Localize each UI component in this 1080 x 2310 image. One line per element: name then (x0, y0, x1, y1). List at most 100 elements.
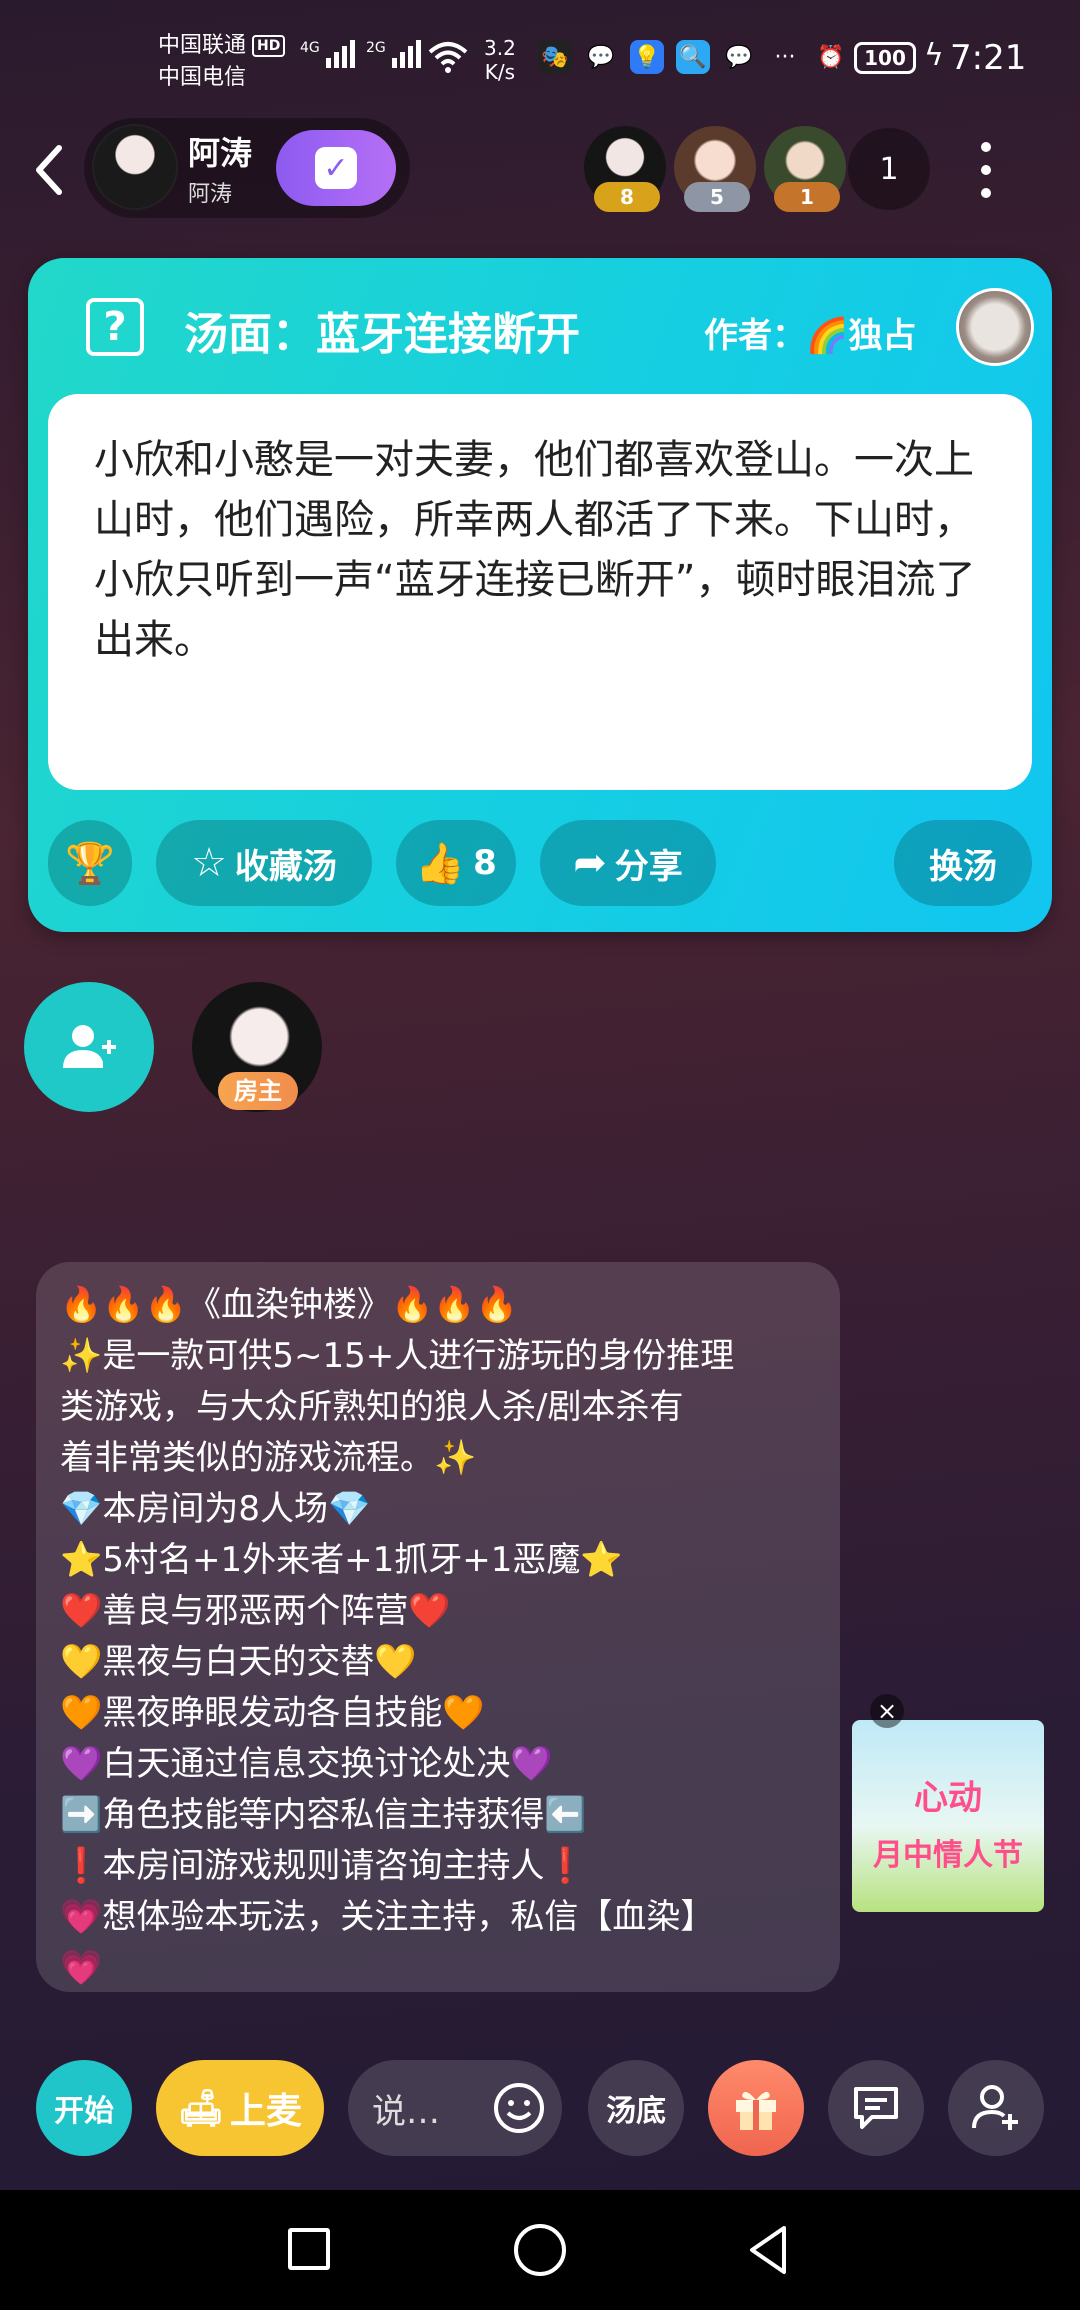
wechat-icon: 💬 (587, 44, 615, 70)
system-nav-bar (0, 2190, 1080, 2310)
announcement-line: ➡️角色技能等内容私信主持获得⬅️ (60, 1795, 587, 1835)
join-mic-label: 上麦 (229, 2091, 302, 2132)
announcement-line: 🧡黑夜睁眼发动各自技能🧡 (60, 1693, 485, 1733)
join-mic-button[interactable]: 🛋 上麦 (156, 2060, 324, 2156)
audience-badge-1: 8 (594, 182, 660, 212)
trophy-button[interactable]: 🏆 (48, 820, 132, 906)
dot (981, 142, 991, 152)
host-name: 阿涛 (188, 134, 253, 172)
promo-banner[interactable]: 心动 月中情人节 (852, 1720, 1044, 1912)
check-icon: ✓ (315, 147, 357, 189)
carrier-1: 中国联通 (158, 33, 247, 58)
share-arrow-icon: ➦ (573, 840, 607, 886)
announcement-line: 💗 (60, 1948, 103, 1988)
home-button[interactable] (514, 2224, 566, 2276)
announcement-line: 类游戏，与大众所熟知的狼人杀/剧本杀有 (60, 1387, 684, 1427)
host-subtitle: 阿涛 (188, 182, 233, 207)
chevron-left-icon (36, 145, 62, 195)
add-friend-button[interactable] (948, 2060, 1044, 2156)
add-user-icon (63, 1025, 116, 1068)
more-options-button[interactable] (966, 132, 1006, 208)
thumbs-up-icon: 👍 (415, 840, 466, 887)
message-button[interactable] (828, 2060, 924, 2156)
announcement-line: 💛黑夜与白天的交替💛 (60, 1642, 417, 1682)
hd-badge: HD (252, 35, 286, 57)
card-actions: 🏆 ☆ 收藏汤 👍 8 ➦ 分享 换汤 (28, 820, 1052, 906)
promo-line-1: 心动 (914, 1778, 982, 1818)
start-label: 开始 (54, 2094, 114, 2129)
carrier-2: 中国电信 (158, 65, 247, 90)
announcement-line: 着非常类似的游戏流程。✨ (60, 1438, 477, 1478)
host-profile-pill[interactable]: 阿涛 阿涛 ✓ (84, 118, 410, 218)
bulb-app-icon: 💡 (630, 40, 664, 74)
user-plus-icon (972, 2085, 1018, 2130)
search-app-icon: 🔍 (676, 40, 710, 74)
announcement-line: ✨是一款可供5~15+人进行游玩的身份推理 (60, 1336, 735, 1376)
chat-bubble-icon (854, 2087, 898, 2129)
gift-button[interactable] (708, 2060, 804, 2156)
notification-icons: 🎭 💬 💡 🔍 💬 ··· ⏰ (538, 40, 848, 74)
mask-app-icon: 🎭 (538, 40, 572, 74)
audience-badge-2: 5 (684, 182, 750, 212)
question-icon: ? (86, 298, 144, 356)
collect-label: 收藏汤 (234, 846, 337, 887)
share-button[interactable]: ➦ 分享 (540, 820, 716, 906)
chat-input-placeholder: 说… (372, 2091, 440, 2132)
checkin-button[interactable]: ✓ (276, 130, 396, 206)
host-avatar[interactable] (92, 124, 178, 210)
announcement-line: 💗想体验本玩法，关注主持，私信【血染】 (60, 1897, 715, 1937)
host-tag: 房主 (218, 1072, 298, 1110)
soup-card: ? 汤面：蓝牙连接断开 作者：🌈独占 小欣和小憨是一对夫妻，他们都喜欢登山。一次… (28, 258, 1052, 932)
wifi-icon (428, 40, 468, 83)
battery-icon: 100 (854, 42, 916, 74)
announcement-line: ⭐5村名+1外来者+1抓牙+1恶魔⭐ (60, 1540, 623, 1580)
collect-button[interactable]: ☆ 收藏汤 (156, 820, 372, 906)
star-icon: ☆ (191, 840, 227, 886)
dot (981, 188, 991, 198)
dot (981, 165, 991, 175)
status-bar: 中国联通 HD 中国电信 4G 2G 3.2 K/s 🎭 💬 💡 🔍 💬 ···… (0, 0, 1080, 120)
wechat-icon-2: 💬 (725, 44, 753, 70)
announcement-line: 🔥🔥🔥《血染钟楼》🔥🔥🔥 (60, 1285, 519, 1325)
author-name: 🌈独占 (806, 316, 917, 356)
carrier-info: 中国联通 HD 中国电信 (158, 30, 286, 94)
change-soup-label: 换汤 (929, 846, 997, 887)
recent-apps-button[interactable] (288, 2228, 330, 2270)
announcement-line: ❤️善良与邪恶两个阵营❤️ (60, 1591, 451, 1631)
announcement-line: 💎本房间为8人场💎 (60, 1489, 371, 1529)
bottom-toolbar: 开始 🛋 上麦 说… 汤底 (0, 2060, 1080, 2160)
signal-icon-2: 2G (366, 40, 421, 68)
announcement-line: 💜白天通过信息交换讨论处决💜 (60, 1744, 553, 1784)
soup-answer-button[interactable]: 汤底 (588, 2060, 684, 2156)
back-button[interactable] (24, 140, 74, 200)
promo-line-2: 月中情人节 (873, 1838, 1023, 1873)
net-speed: 3.2 K/s (484, 36, 516, 84)
author-label: 作者： (704, 316, 806, 356)
soup-answer-label: 汤底 (606, 2094, 666, 2129)
start-button[interactable]: 开始 (36, 2060, 132, 2156)
emoji-icon[interactable] (492, 2081, 546, 2135)
promo-close-button[interactable]: × (870, 1694, 904, 1728)
like-button[interactable]: 👍 8 (396, 820, 516, 906)
author-info: 作者：🌈独占 (704, 308, 916, 357)
invite-seat-button[interactable] (24, 982, 154, 1112)
announcement-line: ❗本房间游戏规则请咨询主持人❗ (60, 1846, 587, 1886)
charging-icon: ϟ (924, 38, 944, 73)
like-count: 8 (473, 843, 497, 883)
chat-input[interactable]: 说… (348, 2060, 562, 2156)
more-notifications-icon: ··· (774, 44, 796, 70)
share-label: 分享 (614, 846, 683, 887)
sofa-icon: 🛋 (178, 2088, 224, 2129)
room-announcement: 🔥🔥🔥《血染钟楼》🔥🔥🔥 ✨是一款可供5~15+人进行游玩的身份推理 类游戏，与… (36, 1262, 840, 1992)
change-soup-button[interactable]: 换汤 (894, 820, 1032, 906)
close-icon: × (876, 1697, 898, 1725)
clock: 7:21 (950, 38, 1027, 78)
audience-count[interactable]: 1 (848, 128, 930, 210)
soup-body: 小欣和小憨是一对夫妻，他们都喜欢登山。一次上山时，他们遇险，所幸两人都活了下来。… (48, 394, 1032, 790)
soup-title: 汤面：蓝牙连接断开 (184, 309, 580, 360)
audience-badge-3: 1 (774, 182, 840, 212)
author-avatar[interactable] (956, 288, 1034, 366)
system-back-button[interactable] (746, 2224, 790, 2276)
alarm-icon: ⏰ (817, 44, 845, 70)
gift-icon (736, 2091, 776, 2130)
